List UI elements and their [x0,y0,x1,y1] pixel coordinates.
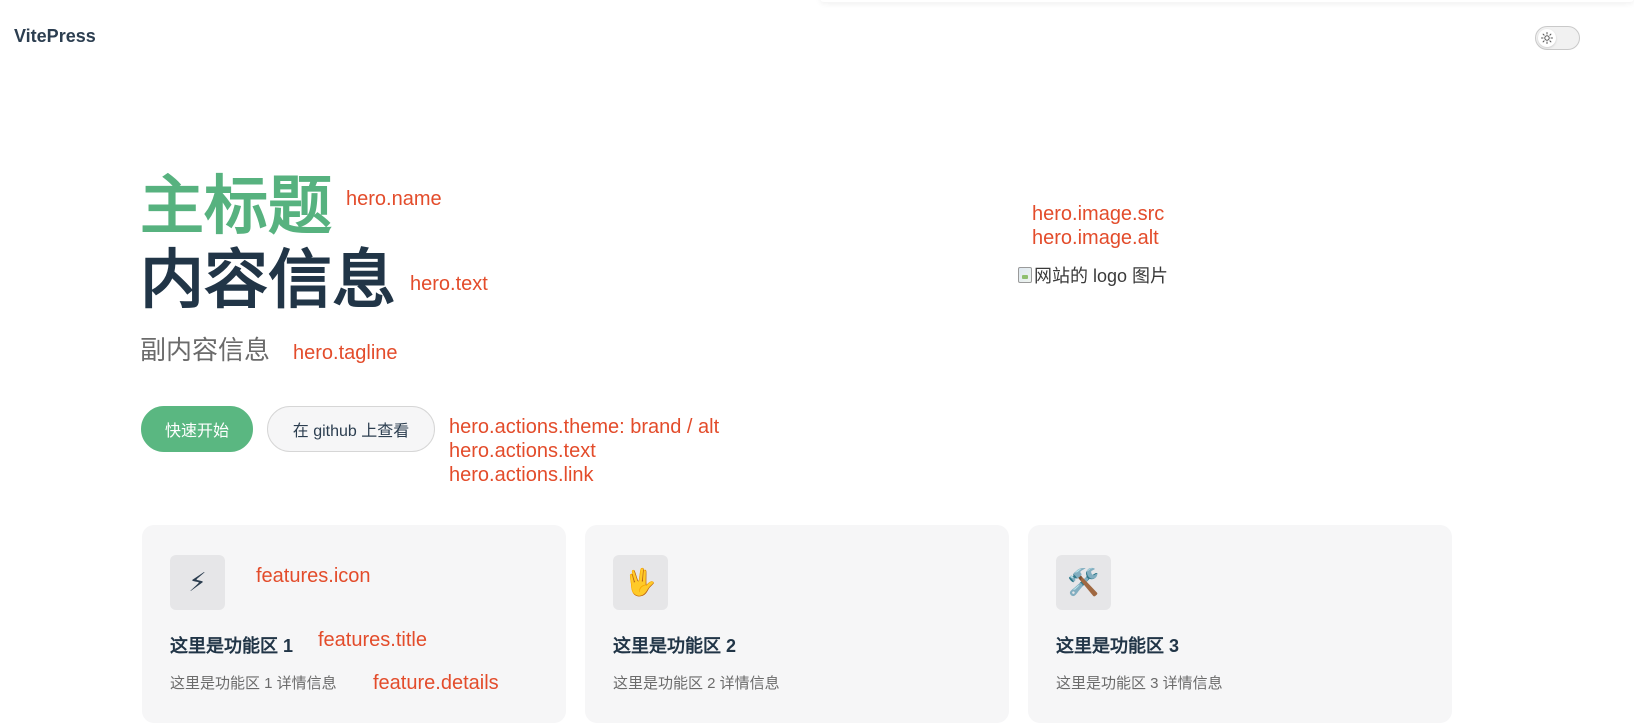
annotation-feature-details: feature.details [373,672,499,694]
site-title-link[interactable]: VitePress [14,26,96,47]
annotation-hero-image-src: hero.image.src [1032,203,1165,225]
top-nav-bar: VitePress [0,0,1634,74]
annotation-hero-name: hero.name [346,188,442,210]
quick-start-button[interactable]: 快速开始 [141,406,253,452]
feature-card-2: 🖖 这里是功能区 2 这里是功能区 2 详情信息 [585,525,1009,723]
annotation-actions-theme: hero.actions.theme: brand / alt [449,416,720,438]
annotation-actions-text: hero.actions.text [449,440,596,462]
hero-tagline: 副内容信息 [140,335,271,365]
hero-text: 内容信息 [140,244,396,316]
hero-name: 主标题 [140,170,332,242]
hero-image-alt-text: 网站的 logo 图片 [1034,266,1169,286]
feature-card-1: ⚡ 这里是功能区 1 这里是功能区 1 详情信息 [142,525,566,723]
feature-details: 这里是功能区 3 详情信息 [1056,675,1223,692]
theme-toggle-switch[interactable] [1535,26,1580,50]
annotation-hero-image-alt: hero.image.alt [1032,227,1159,249]
sun-icon [1538,29,1556,47]
view-on-github-button[interactable]: 在 github 上查看 [267,406,435,452]
broken-image-icon [1018,267,1032,283]
vulcan-salute-icon: 🖖 [613,555,668,610]
feature-title: 这里是功能区 2 [613,636,737,656]
lightning-icon: ⚡ [170,555,225,610]
feature-title: 这里是功能区 1 [170,636,294,656]
nav-shadow [820,0,1634,2]
annotation-features-title: features.title [318,629,427,651]
feature-details: 这里是功能区 1 详情信息 [170,675,337,692]
annotation-hero-tagline: hero.tagline [293,342,398,364]
annotation-features-icon: features.icon [256,565,371,587]
feature-details: 这里是功能区 2 详情信息 [613,675,780,692]
annotation-actions-link: hero.actions.link [449,464,594,486]
feature-card-3: 🛠️ 这里是功能区 3 这里是功能区 3 详情信息 [1028,525,1452,723]
annotation-hero-text: hero.text [410,273,488,295]
hammer-wrench-icon: 🛠️ [1056,555,1111,610]
feature-title: 这里是功能区 3 [1056,636,1180,656]
hero-logo-image: 网站的 logo 图片 [1018,262,1168,288]
